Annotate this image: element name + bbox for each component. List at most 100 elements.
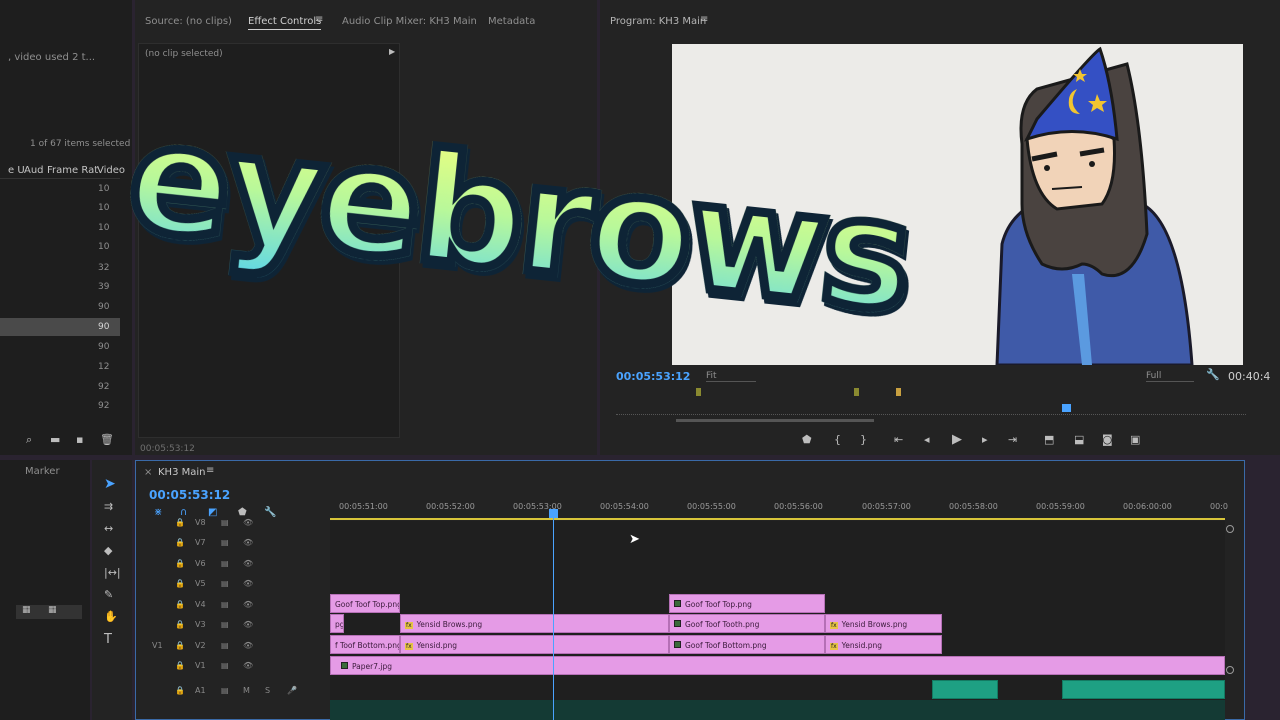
eye-icon[interactable]: 👁 (243, 641, 253, 650)
eye-icon[interactable]: 👁 (243, 579, 253, 588)
track-header-v5[interactable]: 🔒 V5 ▤ 👁 (135, 575, 330, 595)
timeline-playhead-line[interactable] (553, 518, 554, 720)
work-area-bar[interactable] (330, 518, 1225, 520)
clip[interactable]: Goof Toof Bottom.png (669, 635, 825, 654)
lock-icon[interactable]: 🔒 (175, 559, 185, 568)
export-frame-icon[interactable]: ◙ (1102, 433, 1113, 446)
list-item[interactable]: 39 (98, 282, 109, 292)
clip[interactable]: f Toof Bottom.png (330, 635, 400, 654)
sync-icon[interactable]: ▤ (221, 600, 229, 609)
list-item[interactable]: 90 (98, 302, 109, 312)
lock-icon[interactable]: 🔒 (175, 579, 185, 588)
lock-icon[interactable]: 🔒 (175, 661, 185, 670)
program-scrubber[interactable] (616, 403, 1246, 415)
pen-tool-icon[interactable]: ✎ (104, 588, 113, 601)
timeline-timecode[interactable]: 00:05:53:12 (149, 488, 230, 502)
tab-marker[interactable]: Marker (25, 466, 60, 477)
compare-icon[interactable]: ▣ (1130, 433, 1140, 446)
clip[interactable]: Goof Toof Top.png (330, 594, 400, 613)
sync-icon[interactable]: ▤ (221, 518, 229, 527)
close-icon[interactable]: × (144, 467, 152, 478)
sync-icon[interactable]: ▤ (221, 538, 229, 547)
clip[interactable]: fx Yensid Brows.png (400, 614, 669, 633)
lift-icon[interactable]: ⬒ (1044, 433, 1054, 446)
list-item[interactable]: 92 (98, 382, 109, 392)
track-header-v7[interactable]: 🔒 V7 ▤ 👁 (135, 534, 330, 554)
clip[interactable]: Goof Toof Tooth.png (669, 614, 825, 633)
tab-source[interactable]: Source: (no clips) (145, 16, 232, 27)
step-back-icon[interactable]: ◂ (924, 433, 930, 446)
clip[interactable]: Goof Toof Top.png (669, 594, 825, 613)
sync-icon[interactable]: ▤ (221, 641, 229, 650)
go-to-in-icon[interactable]: ⇤ (894, 433, 903, 446)
play-triangle-icon[interactable]: ▶ (389, 47, 395, 56)
solo-button[interactable]: S (265, 686, 270, 695)
sync-icon[interactable]: ▤ (221, 620, 229, 629)
track-header-v4[interactable]: 🔒 V4 ▤ 👁 (135, 596, 330, 616)
list-item[interactable]: 10 (98, 242, 109, 252)
list-item[interactable]: 10 (98, 223, 109, 233)
panel-menu-icon[interactable]: ≡ (315, 14, 323, 25)
panel-menu-icon[interactable]: ≡ (700, 14, 708, 25)
mark-in-icon[interactable]: { (834, 433, 841, 446)
track-header-a1[interactable]: 🔒 A1 ▤ M S 🎤 (135, 682, 330, 702)
track-header-v2[interactable]: V1 🔒 V2 ▤ 👁 (135, 637, 330, 657)
eye-icon[interactable]: 👁 (243, 620, 253, 629)
list-item[interactable]: 10 (98, 203, 109, 213)
lock-icon[interactable]: 🔒 (175, 538, 185, 547)
track-select-tool-icon[interactable]: ⇉ (104, 500, 113, 513)
project-search-text[interactable]: , video used 2 t... (8, 52, 95, 63)
marker-green-2[interactable] (854, 388, 859, 396)
audio-clip[interactable] (932, 680, 998, 699)
selection-tool-icon[interactable]: ➤ (104, 476, 116, 492)
clip[interactable]: pg (330, 614, 344, 633)
microphone-icon[interactable]: 🎤 (287, 686, 297, 695)
tab-metadata[interactable]: Metadata (488, 16, 535, 27)
marker-green-1[interactable] (696, 388, 701, 396)
clip[interactable]: fx Yensid.png (400, 635, 669, 654)
column-header-video[interactable]: Video (97, 165, 125, 176)
list-item[interactable]: 90 (98, 322, 109, 332)
wrench-icon[interactable]: 🔧 (1206, 368, 1220, 381)
timeline-playhead-head[interactable] (549, 509, 558, 518)
lock-icon[interactable]: 🔒 (175, 686, 185, 695)
track-header-v6[interactable]: 🔒 V6 ▤ 👁 (135, 555, 330, 575)
column-header-aud[interactable]: Aud (24, 165, 44, 176)
lock-icon[interactable]: 🔒 (175, 620, 185, 629)
list-item[interactable]: 12 (98, 362, 109, 372)
list-item[interactable]: 90 (98, 342, 109, 352)
marker-yellow[interactable] (896, 388, 901, 396)
program-title[interactable]: Program: KH3 Main (610, 16, 706, 27)
razor-tool-icon[interactable]: ◆ (104, 544, 112, 557)
track-header-v1[interactable]: 🔒 V1 ▤ 👁 (135, 657, 330, 677)
type-tool-icon[interactable]: T (104, 632, 112, 647)
sync-icon[interactable]: ▤ (221, 686, 229, 695)
program-playhead[interactable] (1062, 404, 1071, 412)
lock-icon[interactable]: 🔒 (175, 518, 185, 527)
zoom-bar[interactable] (676, 419, 874, 422)
trash-icon[interactable]: 🗑 (100, 433, 114, 446)
sync-icon[interactable]: ▤ (221, 661, 229, 670)
clip[interactable]: Paper7.jpg (330, 656, 1225, 675)
sync-icon[interactable]: ▤ (221, 579, 229, 588)
eye-icon[interactable]: 👁 (243, 538, 253, 547)
slip-tool-icon[interactable]: |↔| (104, 566, 121, 579)
tab-audio-clip-mixer[interactable]: Audio Clip Mixer: KH3 Main (342, 16, 477, 27)
track-header-v3[interactable]: 🔒 V3 ▤ 👁 (135, 616, 330, 636)
marker-row[interactable]: ▦ ▦ (16, 605, 82, 619)
extract-icon[interactable]: ⬓ (1074, 433, 1084, 446)
timeline-tab[interactable]: KH3 Main (158, 467, 206, 478)
fit-dropdown[interactable]: Fit (706, 371, 756, 382)
audio-clip[interactable] (1062, 680, 1225, 699)
ripple-edit-tool-icon[interactable]: ↔ (104, 522, 113, 535)
list-item[interactable]: 10 (98, 184, 109, 194)
eye-icon[interactable]: 👁 (243, 600, 253, 609)
panel-menu-icon[interactable]: ≡ (206, 465, 214, 476)
mark-out-icon[interactable]: } (860, 433, 867, 446)
eye-icon[interactable]: 👁 (243, 518, 253, 527)
tab-effect-controls[interactable]: Effect Controls (248, 16, 322, 30)
column-header-frame-rate[interactable]: Frame Rat (47, 165, 98, 176)
eye-icon[interactable]: 👁 (243, 559, 253, 568)
track-header-v8[interactable]: 🔒 V8 ▤ 👁 (135, 514, 330, 534)
go-to-out-icon[interactable]: ⇥ (1008, 433, 1017, 446)
